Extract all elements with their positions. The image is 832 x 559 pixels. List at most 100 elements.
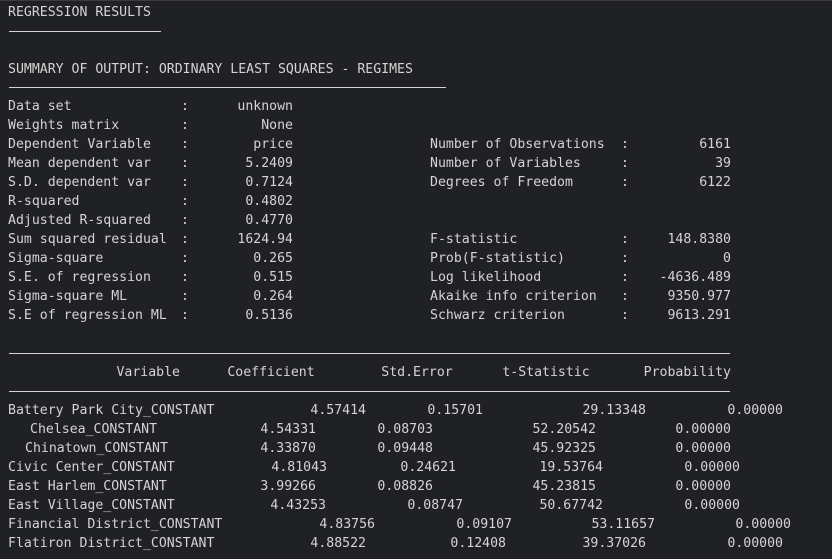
stat-separator: :	[181, 251, 189, 266]
stat-separator: :	[181, 308, 189, 323]
header-std-error: Std.Error	[381, 365, 453, 380]
stat-label: Weights matrix	[8, 118, 120, 133]
cell-std-error: 0.08826	[377, 479, 433, 494]
stat-value: 9613.291	[667, 308, 731, 323]
cell-variable: Chinatown_CONSTANT	[25, 441, 168, 456]
cell-variable: Battery Park City_CONSTANT	[8, 403, 215, 418]
stat-separator: :	[181, 156, 189, 171]
cell-std-error: 0.12408	[450, 536, 506, 551]
stat-label: Number of Observations	[430, 137, 605, 152]
stat-label: Adjusted R-squared	[8, 213, 151, 228]
stat-separator: :	[181, 118, 189, 133]
cell-probability: 0.00000	[684, 460, 740, 475]
stat-separator: :	[181, 194, 189, 209]
stat-value: 0.4802	[245, 194, 293, 209]
panel-top-border	[0, 0, 832, 1]
stat-separator: :	[181, 232, 189, 247]
stat-label: Sum squared residual	[8, 232, 167, 247]
cell-probability: 0.00000	[675, 422, 731, 437]
stat-value: 39	[715, 156, 731, 171]
stat-separator: :	[621, 270, 629, 285]
stat-label: Log likelihood	[430, 270, 542, 285]
table-top-rule	[9, 353, 730, 354]
cell-variable: Chelsea_CONSTANT	[30, 422, 158, 437]
stat-value: 0.265	[253, 251, 293, 266]
cell-t-statistic: 50.67742	[539, 498, 603, 513]
cell-variable: East Village_CONSTANT	[8, 498, 175, 513]
stat-label: Data set	[8, 99, 72, 114]
stat-value: None	[261, 118, 293, 133]
stat-value: 0.7124	[245, 175, 293, 190]
cell-coefficient: 4.54331	[260, 422, 316, 437]
stat-label: Number of Variables	[430, 156, 581, 171]
cell-coefficient: 4.83756	[319, 517, 375, 532]
cell-probability: 0.00000	[684, 498, 740, 513]
cell-std-error: 0.08747	[407, 498, 463, 513]
stat-separator: :	[621, 175, 629, 190]
stat-value: 9350.977	[667, 289, 731, 304]
stat-label: S.D. dependent var	[8, 175, 151, 190]
stat-label: F-statistic	[430, 232, 518, 247]
stat-value: 0.515	[253, 270, 293, 285]
stat-separator: :	[181, 137, 189, 152]
stat-label: R-squared	[8, 194, 80, 209]
stat-separator: :	[621, 156, 629, 171]
cell-t-statistic: 53.11657	[591, 517, 655, 532]
stat-value: 6122	[699, 175, 731, 190]
cell-probability: 0.00000	[727, 403, 783, 418]
stat-value: 0	[723, 251, 731, 266]
stat-label: Dependent Variable	[8, 137, 151, 152]
stat-label: Schwarz criterion	[430, 308, 565, 323]
cell-variable: East Harlem_CONSTANT	[8, 479, 167, 494]
stat-value: 0.4770	[245, 213, 293, 228]
cell-variable: Civic Center_CONSTANT	[8, 460, 175, 475]
cell-std-error: 0.09107	[456, 517, 512, 532]
header-probability: Probability	[643, 365, 731, 380]
cell-probability: 0.00000	[735, 517, 791, 532]
summary-underline	[9, 87, 446, 88]
cell-coefficient: 3.99266	[260, 479, 316, 494]
stat-label: Prob(F-statistic)	[430, 251, 565, 266]
title: REGRESSION RESULTS	[8, 5, 151, 20]
cell-coefficient: 4.57414	[310, 403, 366, 418]
output-panel: REGRESSION RESULTS SUMMARY OF OUTPUT: OR…	[0, 0, 832, 559]
cell-t-statistic: 19.53764	[539, 460, 603, 475]
stat-separator: :	[621, 308, 629, 323]
cell-variable: Flatiron District_CONSTANT	[8, 536, 215, 551]
stat-value: 1624.94	[237, 232, 293, 247]
stat-separator: :	[621, 137, 629, 152]
cell-std-error: 0.24621	[400, 460, 456, 475]
stat-separator: :	[181, 99, 189, 114]
cell-t-statistic: 29.13348	[582, 403, 646, 418]
cell-variable: Financial District_CONSTANT	[8, 517, 223, 532]
stat-separator: :	[621, 251, 629, 266]
cell-std-error: 0.15701	[427, 403, 483, 418]
stat-separator: :	[621, 232, 629, 247]
header-t-statistic: t-Statistic	[502, 365, 590, 380]
cell-t-statistic: 39.37026	[582, 536, 646, 551]
stat-label: Akaike info criterion	[430, 289, 597, 304]
stat-separator: :	[181, 289, 189, 304]
cell-t-statistic: 52.20542	[532, 422, 596, 437]
cell-probability: 0.00000	[675, 479, 731, 494]
cell-coefficient: 4.88522	[310, 536, 366, 551]
cell-t-statistic: 45.23815	[532, 479, 596, 494]
stat-separator: :	[181, 175, 189, 190]
stat-value: unknown	[237, 99, 293, 114]
cell-std-error: 0.09448	[377, 441, 433, 456]
header-coefficient: Coefficient	[227, 365, 315, 380]
cell-std-error: 0.08703	[377, 422, 433, 437]
cell-probability: 0.00000	[727, 536, 783, 551]
stat-separator: :	[621, 289, 629, 304]
stat-value: 148.8380	[667, 232, 731, 247]
summary-heading: SUMMARY OF OUTPUT: ORDINARY LEAST SQUARE…	[8, 62, 413, 77]
stat-label: S.E. of regression	[8, 270, 151, 285]
stat-separator: :	[181, 270, 189, 285]
header-variable: Variable	[116, 365, 180, 380]
stat-label: Sigma-square ML	[8, 289, 128, 304]
stat-label: Mean dependent var	[8, 156, 151, 171]
stat-value: price	[253, 137, 293, 152]
table-header-rule	[9, 391, 730, 392]
stat-label: Degrees of Freedom	[430, 175, 573, 190]
cell-coefficient: 4.33870	[260, 441, 316, 456]
